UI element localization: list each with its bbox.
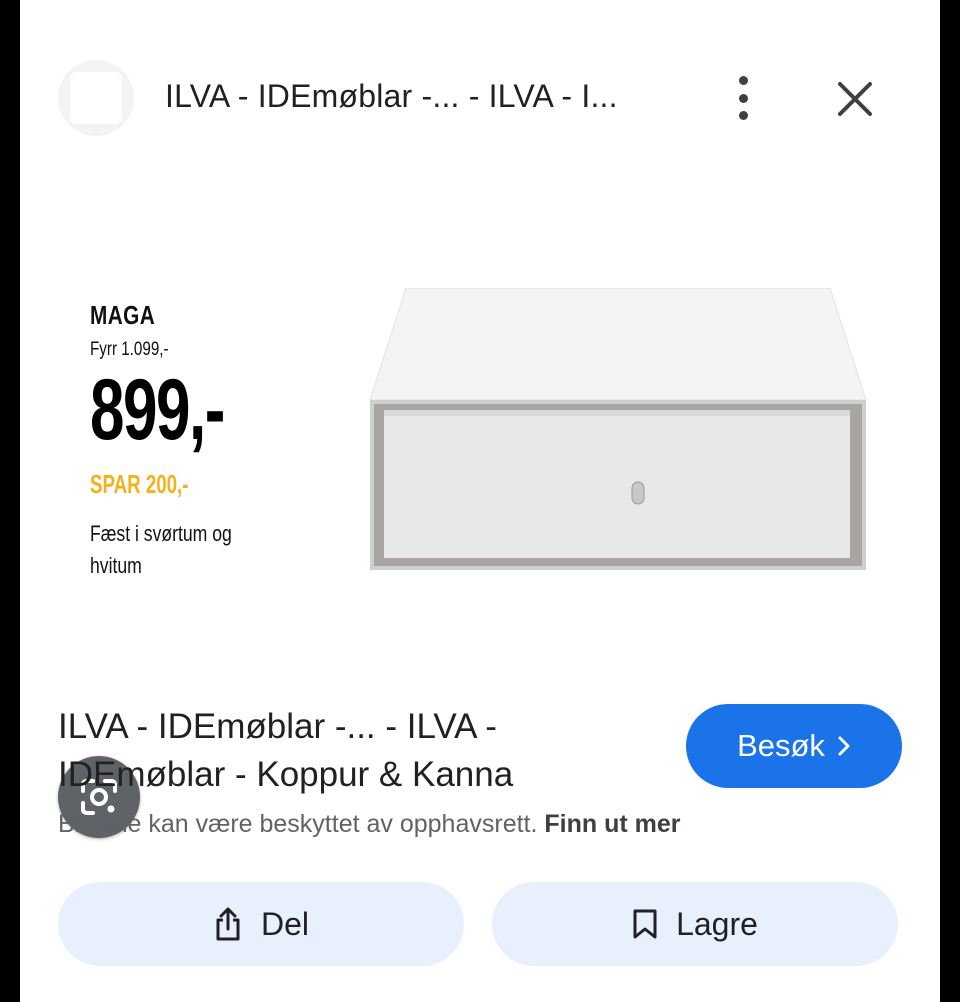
- ad-price: 899,-: [90, 362, 225, 458]
- bookmark-icon: [633, 909, 657, 939]
- save-button[interactable]: Lagre: [492, 882, 898, 966]
- ad-colors: Fæst i svørtum og hvitum: [90, 521, 232, 578]
- share-label: Del: [260, 905, 309, 942]
- close-button[interactable]: [834, 78, 876, 120]
- save-label: Lagre: [676, 905, 758, 942]
- ad-old-price: Fyrr 1.099,-: [90, 339, 169, 360]
- price-ad: MAGA Fyrr 1.099,- 899,- SPAR 200,- Fæst …: [90, 300, 310, 582]
- visit-button[interactable]: Besøk: [686, 704, 902, 788]
- close-icon: [838, 82, 872, 116]
- share-icon: [216, 907, 240, 941]
- site-favicon: [58, 60, 134, 136]
- image-preview-panel: ILVA - IDEmøblar -... - ILVA - I... MAGA…: [20, 0, 940, 1002]
- copyright-text: Bildene kan være beskyttet av opphavsret…: [58, 810, 538, 838]
- ad-brand: MAGA: [90, 300, 156, 330]
- copyright-notice: Bildene kan være beskyttet av opphavsret…: [58, 810, 681, 839]
- share-button[interactable]: Del: [58, 882, 464, 966]
- ad-savings: SPAR 200,-: [90, 469, 189, 499]
- more-vert-icon: [738, 76, 748, 85]
- chevron-right-icon: [838, 736, 850, 756]
- more-options-button[interactable]: [726, 76, 760, 120]
- product-image[interactable]: MAGA Fyrr 1.099,- 899,- SPAR 200,- Fæst …: [20, 200, 940, 838]
- learn-more-link[interactable]: Finn ut mer: [544, 810, 680, 838]
- header-title[interactable]: ILVA - IDEmøblar -... - ILVA - I...: [165, 78, 618, 115]
- visit-label: Besøk: [737, 728, 825, 763]
- drawer-image: [369, 288, 867, 570]
- result-title[interactable]: ILVA - IDEmøblar -... - ILVA - IDEmøblar…: [58, 703, 658, 799]
